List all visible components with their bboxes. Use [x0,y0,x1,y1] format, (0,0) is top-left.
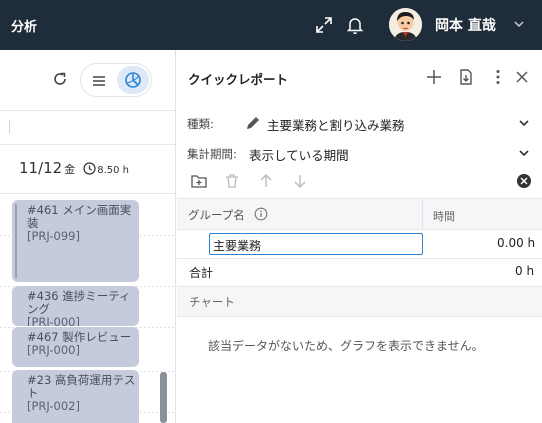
divider [9,120,10,134]
arrow-up-icon[interactable] [257,172,275,190]
divider [0,193,175,194]
chevron-down-icon[interactable] [517,146,531,160]
calendar-event[interactable]: #23 高負荷運用テスト [PRJ-002] [12,370,139,423]
refresh-icon[interactable] [51,70,69,88]
event-resize-handle[interactable] [15,204,17,278]
event-project-code: [PRJ-099] [27,229,80,243]
event-project-code: [PRJ-000] [27,343,80,357]
weekday-label: 金 [64,163,76,176]
calendar-event[interactable]: #436 進捗ミーティング [PRJ-000] [12,286,139,326]
avatar[interactable] [389,8,422,41]
day-header: 11/12 金 8.50 h [19,159,129,177]
page-title: 分析 [11,20,38,35]
total-value: 0 h [515,264,535,278]
list-view-icon[interactable] [89,71,109,91]
day-hours: 8.50 h [97,165,130,176]
pie-chart-icon [125,72,141,88]
info-icon[interactable] [254,207,268,221]
chevron-down-icon[interactable] [512,17,526,31]
calendar-event[interactable]: #467 製作レビュー [PRJ-000] [12,327,139,367]
column-group-name: グループ名 [188,208,245,222]
period-label: 集計期間: [187,147,237,161]
expand-icon[interactable] [314,15,334,35]
divider [0,144,175,145]
add-icon[interactable] [425,68,443,86]
group-name-input[interactable]: 主要業務 [209,233,423,255]
type-label: 種類: [187,117,214,131]
event-title: #461 メイン画面実装 [27,203,132,230]
table-header: グループ名 時間 [177,198,542,230]
column-hours: 時間 [433,210,455,223]
pencil-icon [247,117,259,129]
event-title: #436 進捗ミーティング [27,289,131,316]
calendar-pane: 11/12 金 8.50 h #461 メイン画面実装 [PRJ-099] #436… [0,50,175,423]
total-label: 合計 [189,266,214,280]
bell-icon[interactable] [345,15,365,35]
panel-title: クイックレポート [188,72,289,87]
date-label: 11/12 [19,159,63,177]
view-toggle[interactable] [80,63,152,97]
event-project-code: [PRJ-002] [27,399,80,413]
clock-icon [83,162,96,175]
period-select[interactable]: 表示している期間 [249,145,349,164]
add-folder-icon[interactable] [190,172,208,190]
more-icon[interactable] [489,68,507,86]
divider [0,110,175,111]
row-hours: 0.00 h [497,236,536,250]
event-project-code: [PRJ-000] [27,315,80,327]
column-divider[interactable] [422,199,423,229]
chevron-down-icon[interactable] [517,116,531,130]
chart-view-button[interactable] [117,66,149,94]
close-icon[interactable] [513,68,531,86]
divider [177,258,542,259]
no-data-message: 該当データがないため、グラフを表示できません。 [208,339,484,353]
top-bar: 分析 岡本 直哉 [0,0,542,50]
calendar-event[interactable]: #461 メイン画面実装 [PRJ-099] [12,200,139,282]
chart-section-header: チャート [177,286,542,317]
user-name[interactable]: 岡本 直哉 [435,15,496,35]
export-icon[interactable] [457,68,475,86]
scrollbar[interactable] [160,372,167,423]
delete-icon[interactable] [223,172,241,190]
quick-report-panel: クイックレポート 種類: 主要業務と割り込み業務 集計期間: 表示している期間 [175,50,542,423]
arrow-down-icon[interactable] [291,172,309,190]
event-title: #23 高負荷運用テスト [27,373,136,400]
type-select[interactable]: 主要業務と割り込み業務 [267,115,405,134]
chart-label: チャート [189,295,235,309]
clear-icon[interactable] [515,172,533,190]
